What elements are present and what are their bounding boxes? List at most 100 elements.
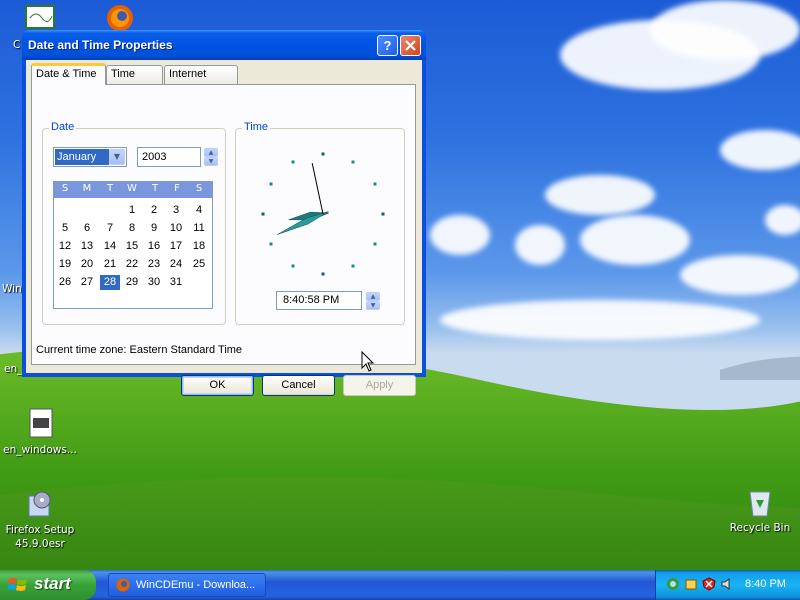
spin-down-icon[interactable]: ▼ [204,157,218,166]
clock-hour-marker [291,160,295,164]
time-group: Time 8:40:58 PM ▲ ▼ [235,121,405,325]
calendar-day[interactable]: 25 [189,257,209,272]
dialog-client-area: Date & Time Time Zone Internet Time Date… [26,60,422,396]
month-select[interactable]: January ▼ [53,147,127,167]
tab-time-zone[interactable]: Time Zone [106,65,163,97]
calendar-day[interactable]: 31 [166,275,186,290]
network-icon[interactable] [666,577,680,591]
taskbar-button-wincdemu[interactable]: WinCDEmu - Downloa... [108,573,266,597]
ok-button[interactable]: OK [181,375,254,396]
clock-hour-marker [321,152,325,156]
chevron-down-icon[interactable]: ▼ [109,149,125,165]
calendar-day[interactable]: 20 [77,257,97,272]
system-tray: 8:40 PM [655,570,800,600]
desktop-icon-label: C [13,39,21,51]
spin-down-icon[interactable]: ▼ [366,301,380,310]
calendar-day[interactable]: 6 [77,221,97,236]
title-bar[interactable]: Date and Time Properties ? [22,30,426,60]
help-button[interactable]: ? [377,35,398,56]
calendar-day[interactable]: 27 [77,275,97,290]
desktop-icon-iso[interactable]: en_windows... [0,408,80,457]
clock-hour-marker [351,160,355,164]
desktop-icon-label: en_ [4,363,23,375]
calendar-day[interactable]: 18 [189,239,209,254]
analog-clock [261,152,385,276]
desktop-icon-label: en_windows... [3,444,77,456]
clock-hour-marker [291,264,295,268]
weekday-label: S [61,183,69,194]
start-label: start [34,574,71,593]
weekday-label: F [174,183,180,194]
second-hand [311,162,324,215]
cloud [765,205,800,235]
clock-hour-marker [373,182,377,186]
cancel-button[interactable]: Cancel [262,375,335,396]
cloud [515,225,565,265]
mouse-pointer-icon [361,351,375,372]
calendar-day[interactable]: 16 [144,239,164,254]
desktop-icon-firefox-setup[interactable]: Firefox Setup 45.9.0esr [0,488,80,551]
calendar-day[interactable]: 29 [122,275,142,290]
calendar-day[interactable]: 5 [55,221,75,236]
cloud [650,0,800,60]
date-group-label: Date [49,121,77,133]
calendar-day[interactable]: 10 [166,221,186,236]
time-input[interactable]: 8:40:58 PM [276,291,362,310]
volume-icon[interactable] [720,577,734,591]
date-time-properties-window[interactable]: Date and Time Properties ? Date & Time T… [22,30,426,396]
close-button[interactable] [400,35,421,56]
windows-logo-icon [8,578,27,591]
calendar-day[interactable]: 13 [77,239,97,254]
window-title: Date and Time Properties [28,38,173,52]
cloud [720,130,800,170]
calendar-day[interactable]: 30 [144,275,164,290]
apply-button[interactable]: Apply [343,375,416,396]
year-spinner[interactable]: 2003 ▲ ▼ [137,147,218,167]
time-group-label: Time [242,121,271,133]
calendar-day[interactable]: 14 [100,239,120,254]
weekday-label: W [127,183,137,194]
month-value: January [55,149,109,165]
close-icon [405,40,416,51]
security-alert-icon[interactable] [702,577,716,591]
calendar-day[interactable]: 21 [100,257,120,272]
start-button[interactable]: start [0,570,96,600]
weekday-label: T [106,183,114,194]
cloud [430,215,490,255]
calendar-day[interactable]: 22 [122,257,142,272]
calendar[interactable]: S M T W T F S 1 2 3 4 5 6 7 8 9 10 11 12 13 14 15 16 17 1… [53,181,213,309]
desktop-icon-recycle-bin[interactable]: Recycle Bin [720,486,800,535]
weekday-label: T [151,183,159,194]
calendar-day[interactable]: 1 [122,203,142,218]
calendar-day[interactable]: 17 [166,239,186,254]
desktop-icon-label: Firefox Setup 45.9.0esr [5,524,75,550]
calendar-day[interactable]: 11 [189,221,209,236]
spin-up-icon[interactable]: ▲ [366,292,380,301]
calendar-day[interactable]: 26 [55,275,75,290]
weekday-label: M [82,183,92,194]
calendar-day[interactable]: 4 [189,203,209,218]
tab-internet-time[interactable]: Internet Time [164,65,238,97]
calendar-day[interactable]: 9 [144,221,164,236]
calendar-day-selected[interactable]: 28 [100,275,120,290]
clock-hour-marker [321,272,325,276]
calendar-day[interactable]: 12 [55,239,75,254]
calendar-day[interactable]: 7 [100,221,120,236]
calendar-day[interactable]: 19 [55,257,75,272]
calendar-day[interactable]: 15 [122,239,142,254]
calendar-day[interactable]: 3 [166,203,186,218]
calendar-day[interactable]: 23 [144,257,164,272]
tab-date-time[interactable]: Date & Time [31,63,106,85]
cloud [580,215,690,265]
calendar-day[interactable]: 8 [122,221,142,236]
spin-up-icon[interactable]: ▲ [204,148,218,157]
safely-remove-hardware-icon[interactable] [684,577,698,591]
calendar-day[interactable]: 2 [144,203,164,218]
date-group: Date January ▼ 2003 ▲ ▼ S M T W T F S 1 … [42,121,226,325]
taskbar-button-label: WinCDEmu - Downloa... [136,579,256,591]
cloud [545,175,655,215]
year-input[interactable]: 2003 [137,147,201,167]
clock-hour-marker [373,242,377,246]
calendar-day[interactable]: 24 [166,257,186,272]
taskbar-clock[interactable]: 8:40 PM [745,578,786,590]
